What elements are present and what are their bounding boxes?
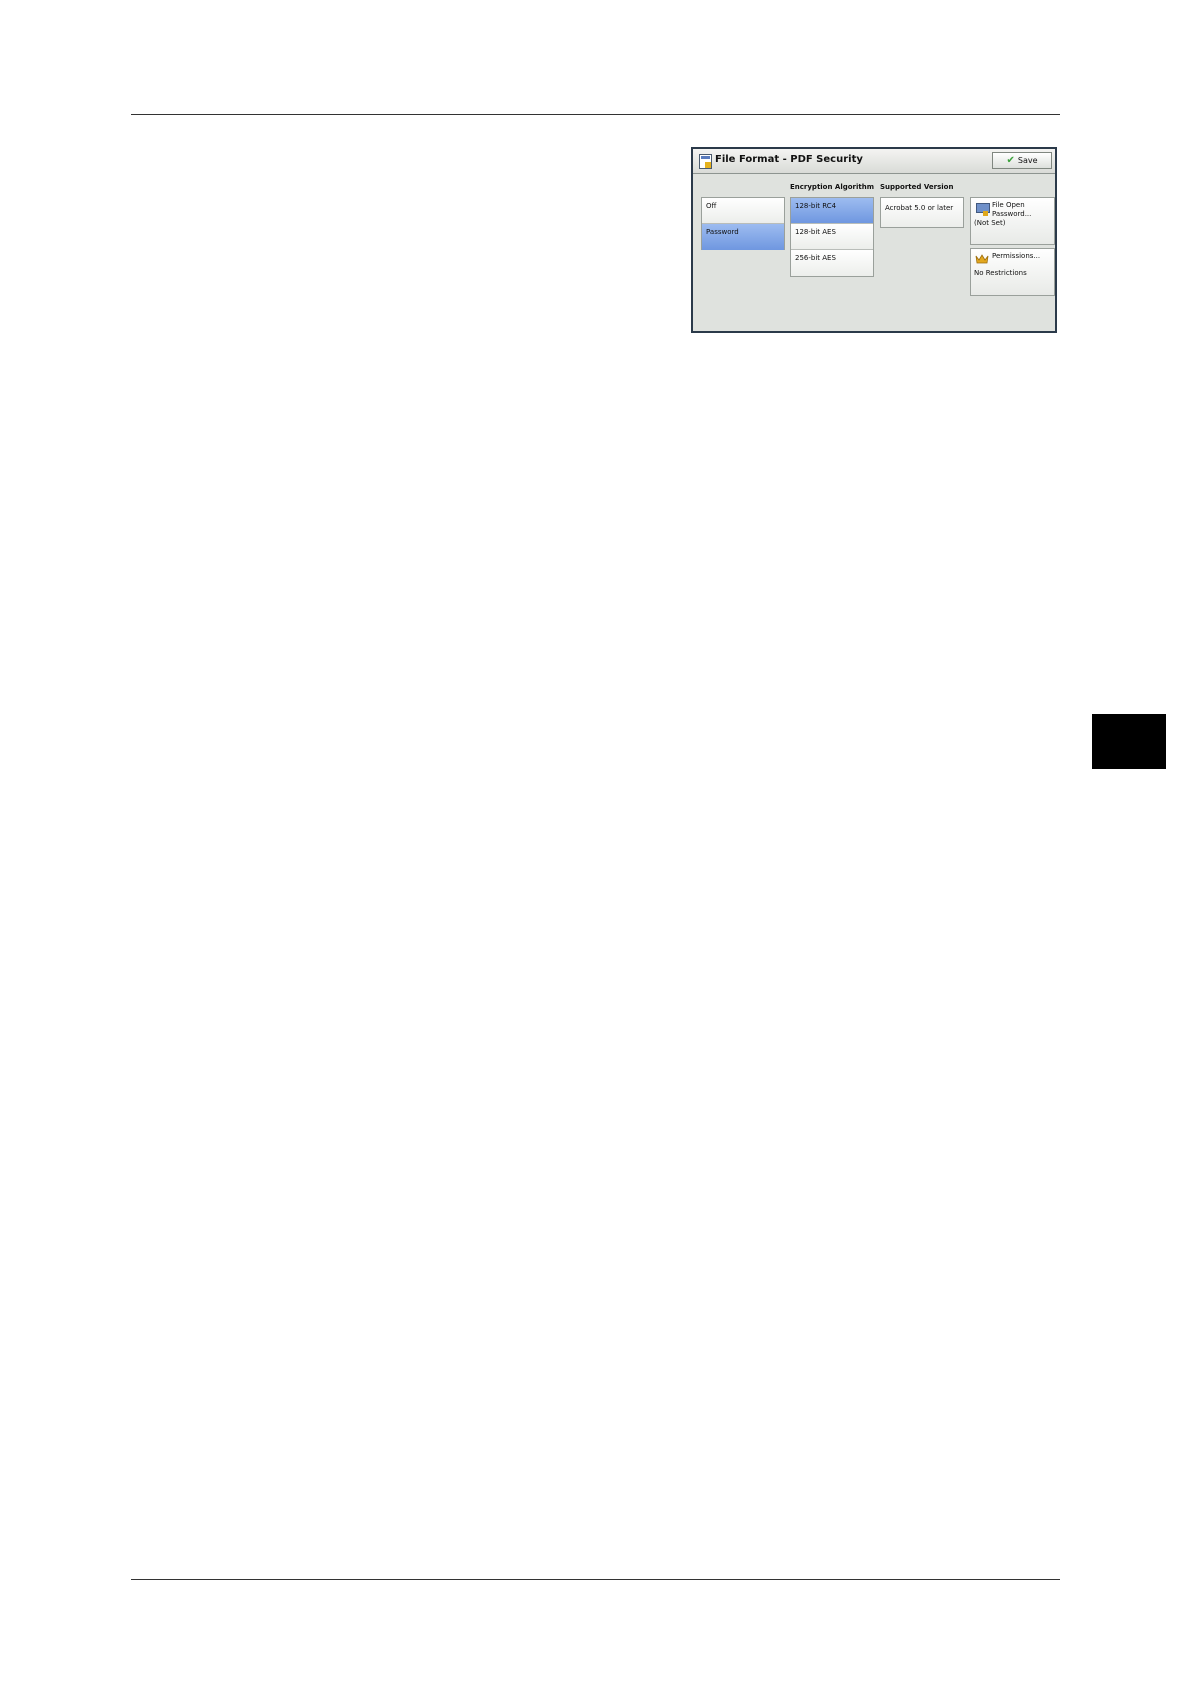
supported-version-value: Acrobat 5.0 or later xyxy=(880,197,964,228)
encryption-label: Encryption Algorithm xyxy=(790,183,875,191)
pdf-security-dialog: File Format - PDF Security ✔ Save Off Pa… xyxy=(691,147,1057,333)
dialog-titlebar: File Format - PDF Security ✔ Save xyxy=(693,149,1055,174)
key-icon xyxy=(983,211,988,216)
permissions-button[interactable]: Permissions... No Restrictions xyxy=(970,248,1055,296)
permissions-status: No Restrictions xyxy=(974,269,1027,277)
file-open-label-2: Password... xyxy=(992,210,1032,218)
option-off[interactable]: Off xyxy=(702,198,784,224)
option-256-aes[interactable]: 256-bit AES xyxy=(791,250,873,276)
pdf-file-icon xyxy=(699,154,712,169)
security-options: Off Password xyxy=(701,197,785,250)
version-label: Supported Version xyxy=(880,183,954,191)
save-button-label: Save xyxy=(1017,156,1038,165)
save-button[interactable]: ✔ Save xyxy=(992,152,1052,169)
option-128-rc4[interactable]: 128-bit RC4 xyxy=(791,198,873,224)
crown-icon xyxy=(975,254,989,264)
encryption-options: 128-bit RC4 128-bit AES 256-bit AES xyxy=(790,197,874,277)
file-open-password-button[interactable]: File Open Password... (Not Set) xyxy=(970,197,1055,245)
file-open-label-1: File Open xyxy=(992,201,1025,209)
file-open-status: (Not Set) xyxy=(974,219,1006,227)
chapter-tab xyxy=(1092,714,1166,769)
option-password[interactable]: Password xyxy=(702,224,784,250)
option-128-aes[interactable]: 128-bit AES xyxy=(791,224,873,250)
footer-rule xyxy=(131,1579,1060,1580)
dialog-title: File Format - PDF Security xyxy=(715,154,863,165)
header-rule xyxy=(131,114,1060,115)
checkmark-icon: ✔ xyxy=(1006,154,1015,166)
permissions-label: Permissions... xyxy=(992,252,1041,260)
